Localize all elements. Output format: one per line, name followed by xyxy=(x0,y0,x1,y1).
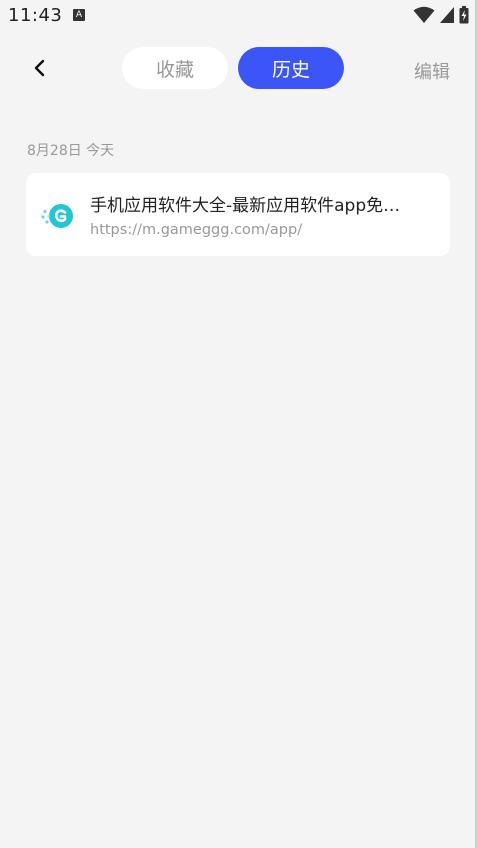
back-button[interactable] xyxy=(26,54,54,82)
tab-favorites[interactable]: 收藏 xyxy=(122,47,228,89)
chevron-left-icon xyxy=(34,59,45,77)
top-nav: 收藏 历史 编辑 xyxy=(0,46,477,92)
cell-signal-icon xyxy=(440,7,454,23)
gameggg-site-icon xyxy=(41,204,73,228)
history-item-title: 手机应用软件大全-最新应用软件app免… xyxy=(90,196,401,216)
battery-icon xyxy=(459,6,469,24)
history-item[interactable]: 手机应用软件大全-最新应用软件app免… https://m.gameggg.c… xyxy=(26,173,450,256)
status-bar: 11:43 A xyxy=(0,0,477,32)
status-icons xyxy=(413,6,469,24)
wifi-icon xyxy=(413,6,435,23)
history-item-url: https://m.gameggg.com/app/ xyxy=(90,222,303,238)
status-time: 11:43 xyxy=(8,5,63,26)
date-header: 8月28日 今天 xyxy=(27,143,115,159)
notification-a-icon: A xyxy=(73,9,85,21)
edit-button[interactable]: 编辑 xyxy=(414,58,450,84)
tab-history[interactable]: 历史 xyxy=(238,47,344,89)
